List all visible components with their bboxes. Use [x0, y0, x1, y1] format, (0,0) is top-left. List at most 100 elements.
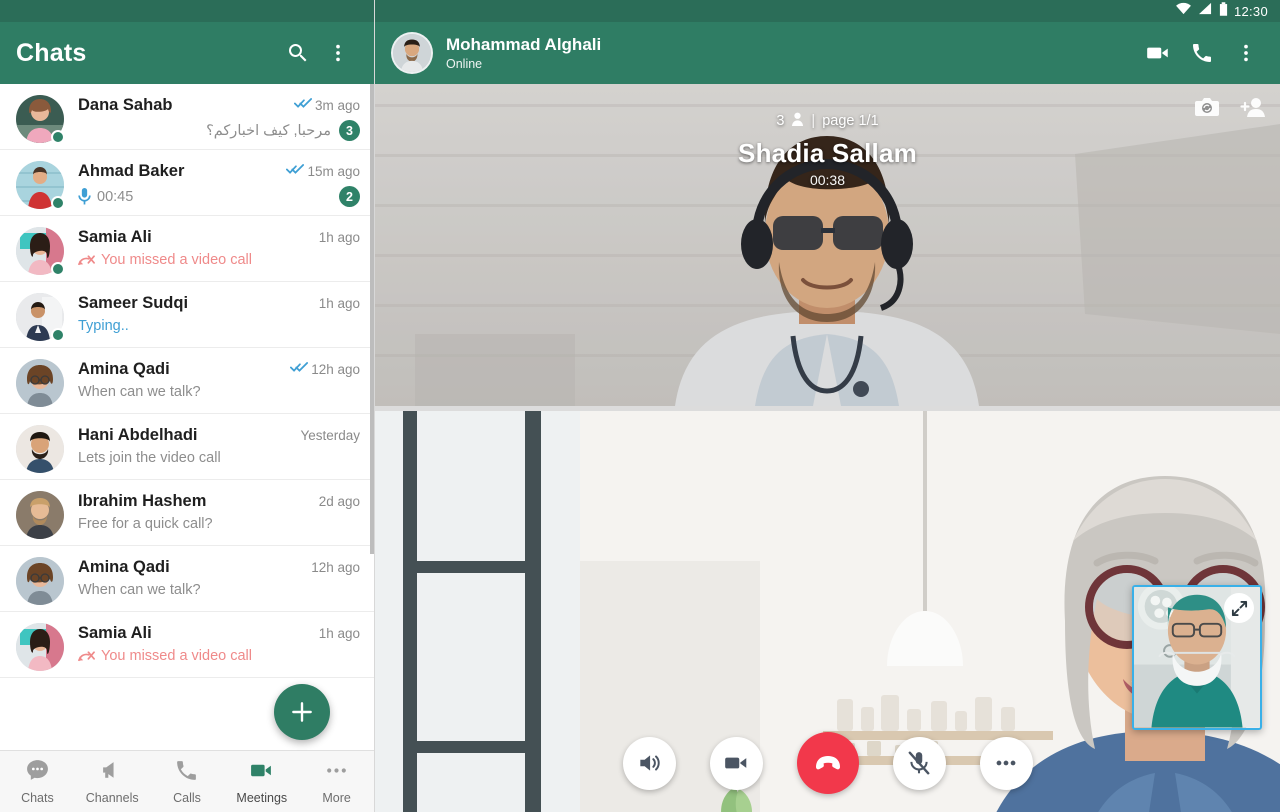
list-item[interactable]: Samia Ali 1h ago You missed a video call: [0, 612, 374, 678]
more-dots-icon: [324, 758, 349, 788]
nav-item-meetings[interactable]: Meetings: [224, 758, 299, 805]
scrollbar[interactable]: [370, 84, 374, 554]
avatar: [16, 557, 64, 605]
list-item[interactable]: Hani Abdelhadi Yesterday Lets join the v…: [0, 414, 374, 480]
timestamp: 1h ago: [318, 296, 360, 311]
read-receipt-icon: [293, 96, 312, 115]
missed-video-call-icon: [78, 253, 95, 267]
message-preview: When can we talk?: [78, 384, 201, 400]
contact-name: Hani Abdelhadi: [78, 426, 198, 444]
clock: 12:30: [1233, 3, 1268, 19]
end-call-icon: [815, 756, 840, 770]
avatar: [16, 227, 65, 276]
nav-item-chats[interactable]: Chats: [0, 758, 75, 805]
online-indicator: [51, 262, 65, 276]
app-root: Chats Dana Sahab 3m ago مرحبا, كيف اخبار…: [0, 0, 1280, 812]
self-view-pip[interactable]: [1132, 585, 1262, 730]
page-indicator: page 1/1: [822, 113, 879, 129]
active-speaker-name: Shadia Sallam: [738, 138, 917, 168]
nav-item-calls[interactable]: Calls: [150, 758, 225, 805]
speaker-icon: [640, 755, 660, 771]
signal-icon: [1198, 2, 1213, 20]
end-call-button[interactable]: [796, 732, 859, 794]
new-chat-button[interactable]: [274, 684, 330, 740]
call-meta: 3 | page 1/1 Shadia Sallam 00:38: [375, 112, 1280, 188]
overflow-menu-icon[interactable]: [318, 33, 358, 73]
contact-name: Amina Qadi: [78, 558, 170, 576]
search-icon[interactable]: [278, 33, 318, 73]
list-item[interactable]: Dana Sahab 3m ago مرحبا, كيف اخباركم؟ 3: [0, 84, 374, 150]
mute-button[interactable]: [892, 736, 946, 790]
unread-badge: 3: [339, 120, 360, 141]
overflow-menu-icon[interactable]: [1224, 31, 1268, 75]
nav-label: More: [322, 791, 351, 805]
list-item[interactable]: Amina Qadi 12h ago When can we talk?: [0, 348, 374, 414]
call-controls: [375, 732, 1280, 794]
list-item[interactable]: Ibrahim Hashem 2d ago Free for a quick c…: [0, 480, 374, 546]
mic-muted-icon: [908, 751, 930, 775]
contact-name: Samia Ali: [78, 228, 152, 246]
nav-label: Chats: [21, 791, 54, 805]
voice-call-icon[interactable]: [1180, 31, 1224, 75]
video-tile-divider: [375, 406, 1280, 411]
status-bar: 12:30: [375, 0, 1280, 22]
expand-icon[interactable]: [1224, 593, 1254, 623]
avatar: [16, 359, 64, 407]
unread-badge: 2: [339, 186, 360, 207]
bottom-navigation: Chats Channels Calls Meetings More: [0, 750, 374, 812]
video-tile-remote-top[interactable]: 3 | page 1/1 Shadia Sallam 00:38: [375, 84, 1280, 406]
avatar: [16, 95, 65, 144]
video-call-icon[interactable]: [1136, 31, 1180, 75]
message-preview: You missed a video call: [101, 648, 252, 664]
message-preview: مرحبا, كيف اخباركم؟: [206, 122, 331, 139]
timestamp: 3m ago: [314, 98, 360, 113]
video-camera-icon: [249, 758, 274, 788]
speaker-button[interactable]: [622, 736, 676, 790]
chat-list[interactable]: Dana Sahab 3m ago مرحبا, كيف اخباركم؟ 3: [0, 84, 374, 750]
phone-icon: [174, 758, 199, 788]
nav-item-channels[interactable]: Channels: [75, 758, 150, 805]
avatar[interactable]: [391, 32, 433, 74]
contact-name: Mohammad Alghali: [446, 34, 602, 54]
message-preview: Lets join the video call: [78, 450, 221, 466]
read-receipt-icon: [286, 162, 305, 181]
more-dots-icon: [996, 760, 1016, 766]
online-indicator: [51, 328, 65, 342]
timestamp: 2d ago: [318, 494, 360, 509]
avatar: [16, 425, 64, 473]
timestamp: Yesterday: [300, 428, 360, 443]
chats-sidebar: Chats Dana Sahab 3m ago مرحبا, كيف اخبار…: [0, 0, 375, 812]
contact-name: Dana Sahab: [78, 96, 173, 114]
online-indicator: [51, 130, 65, 144]
contact-name: Sameer Sudqi: [78, 294, 189, 312]
timestamp: 12h ago: [311, 362, 360, 377]
message-preview: Free for a quick call?: [78, 516, 213, 532]
timestamp: 12h ago: [311, 560, 360, 575]
contact-name: Amina Qadi: [78, 360, 170, 378]
sidebar-status-bar: [0, 0, 374, 22]
list-item[interactable]: Samia Ali 1h ago You missed a video call: [0, 216, 374, 282]
call-duration: 00:38: [809, 172, 846, 188]
camera-button[interactable]: [709, 736, 763, 790]
video-call-panel: 12:30 Mohammad Alghali Online 3 | page 1…: [375, 0, 1280, 812]
nav-label: Meetings: [236, 791, 288, 805]
missed-video-call-icon: [78, 649, 95, 663]
avatar: [16, 293, 65, 342]
status-badge: Online: [446, 57, 483, 72]
online-indicator: [51, 196, 65, 210]
sidebar-header: Chats: [0, 22, 374, 84]
microphone-icon: [78, 188, 91, 205]
battery-icon: [1219, 1, 1228, 21]
more-button[interactable]: [979, 736, 1033, 790]
list-item[interactable]: Ahmad Baker 15m ago 00:45 2: [0, 150, 374, 216]
avatar: [16, 161, 65, 210]
nav-item-more[interactable]: More: [299, 758, 374, 805]
timestamp: 15m ago: [307, 164, 360, 179]
list-item[interactable]: Sameer Sudqi 1h ago Typing..: [0, 282, 374, 348]
nav-label: Channels: [85, 791, 139, 805]
contact-name: Ahmad Baker: [78, 162, 185, 180]
participant-count: 3: [776, 113, 785, 129]
megaphone-icon: [100, 758, 125, 788]
list-item[interactable]: Amina Qadi 12h ago When can we talk?: [0, 546, 374, 612]
read-receipt-icon: [290, 360, 309, 379]
